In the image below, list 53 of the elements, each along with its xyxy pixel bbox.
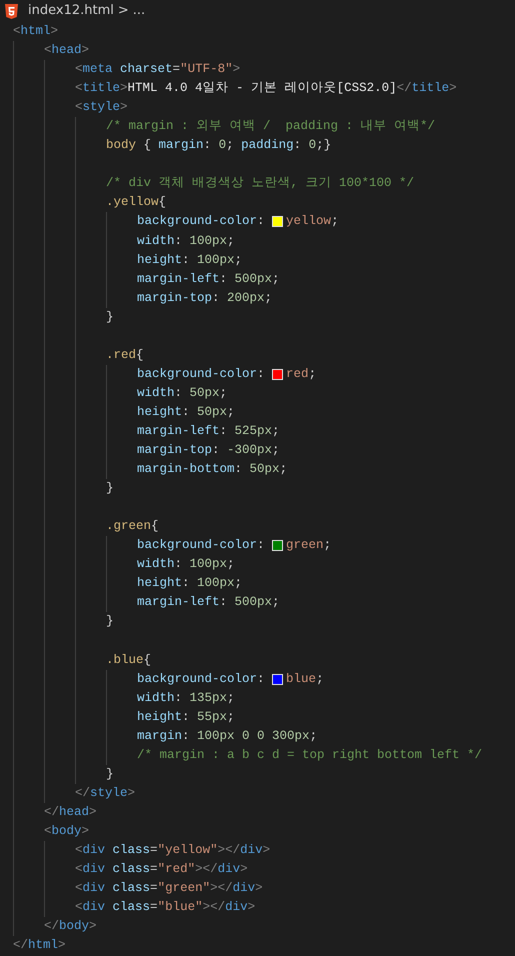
code-line: yellow;: [286, 213, 339, 230]
code-line: /* margin : 외부 여백 / padding : 내부 여백*/: [106, 118, 436, 136]
code-line: height: 55px;: [137, 708, 235, 726]
code-line: margin-left: 525px;: [137, 422, 280, 440]
code-line: .red{: [106, 346, 144, 364]
code-line: <style>: [75, 99, 128, 116]
code-line: blue;: [286, 670, 324, 688]
code-line: body { margin: 0; padding: 0;}: [106, 137, 332, 154]
code-line: </html>: [13, 937, 66, 954]
code-line: <div class="green"></div>: [75, 880, 263, 898]
code-line: margin-top: -300px;: [137, 442, 280, 460]
code-line: height: 100px;: [137, 252, 242, 269]
breadcrumb-item[interactable]: ...: [132, 1, 146, 21]
code-line: </body>: [44, 918, 97, 936]
code-line: }: [106, 613, 114, 630]
code-line: <div class="yellow"></div>: [75, 842, 270, 860]
code-line: }: [106, 766, 114, 783]
code-line: </head>: [44, 804, 97, 821]
code-line: margin-top: 200px;: [137, 290, 272, 307]
code-line: background-color:: [137, 366, 266, 383]
code-line: <div class="red"></div>: [75, 861, 248, 878]
code-line: </style>: [75, 784, 136, 802]
code-line: background-color:: [137, 670, 266, 688]
code-line: /* margin : a b c d = top right bottom left */: [137, 746, 482, 764]
html-file-icon: [5, 4, 18, 18]
code-line: .yellow{: [106, 194, 166, 212]
code-line: /* div 객체 배경색상 노란색, 크기 100*100 */: [106, 175, 414, 192]
code-line: height: 100px;: [137, 575, 242, 592]
code-line: <title>HTML 4.0 4일차 - 기본 레이아웃[CSS2.0]</title>: [75, 80, 457, 98]
code-line: red;: [286, 366, 316, 383]
code-line: <meta charset="UTF-8">: [75, 61, 240, 78]
breadcrumb-item[interactable]: index12.html: [28, 1, 114, 21]
code-line: margin-left: 500px;: [137, 270, 280, 288]
code-line: green;: [286, 537, 332, 554]
code-line: background-color:: [137, 213, 266, 230]
code-line: .green{: [106, 518, 159, 536]
code-line: <body>: [44, 822, 90, 840]
code-line: background-color:: [137, 537, 266, 554]
code-line: }: [106, 308, 114, 326]
code-line: margin-bottom: 50px;: [137, 461, 288, 478]
code-line: width: 50px;: [137, 384, 228, 402]
code-line: width: 135px;: [137, 690, 235, 707]
code-line: margin: 100px 0 0 300px;: [137, 728, 318, 745]
code-line: width: 100px;: [137, 232, 235, 250]
code-line: width: 100px;: [137, 556, 235, 574]
code-line: <head>: [44, 42, 90, 60]
code-line: }: [106, 480, 114, 498]
code-line: margin-left: 500px;: [137, 594, 280, 612]
code-line: <div class="blue"></div>: [75, 899, 256, 916]
code-line: height: 50px;: [137, 404, 235, 421]
code-line: <html>: [13, 23, 58, 40]
breadcrumb-separator: >: [118, 2, 129, 20]
code-line: .blue{: [106, 652, 152, 669]
